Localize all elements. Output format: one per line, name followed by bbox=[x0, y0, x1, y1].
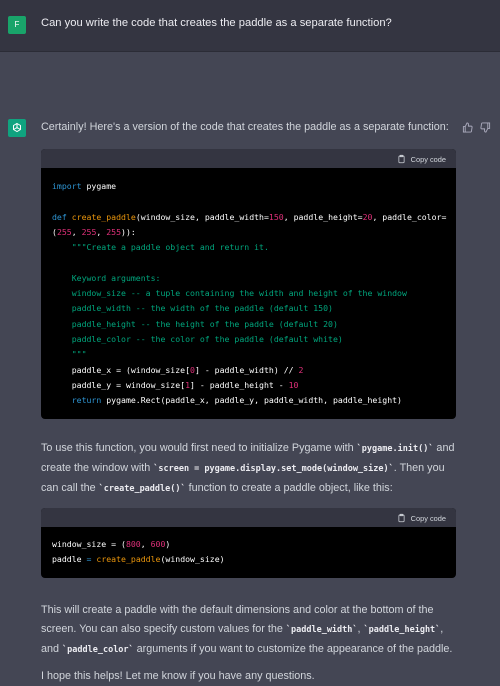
user-avatar: F bbox=[8, 16, 26, 34]
assistant-avatar bbox=[8, 119, 26, 137]
openai-logo-icon bbox=[13, 122, 21, 133]
closing-text: I hope this helps! Let me know if you ha… bbox=[41, 670, 315, 682]
user-message-text: Can you write the code that creates the … bbox=[41, 17, 392, 29]
paragraph-custom-values: This will create a paddle with the defau… bbox=[41, 601, 456, 660]
code-block-2-content: window_size = (800, 600) paddle = create… bbox=[52, 539, 225, 565]
code-block-2: Copy code window_size = (800, 600) paddl… bbox=[41, 508, 456, 578]
inline-code-pygame-init: `pygame.init()` bbox=[356, 444, 434, 454]
user-message-row: F Can you write the code that creates th… bbox=[0, 0, 500, 52]
code-block-header: Copy code bbox=[41, 508, 456, 527]
para3-text-4: arguments if you want to customize the a… bbox=[133, 643, 453, 655]
code-block-1-content: import pygame def create_paddle(window_s… bbox=[52, 181, 447, 406]
code-block-1: Copy code import pygame def create_paddl… bbox=[41, 149, 456, 419]
inline-code-set-mode: `screen = pygame.display.set_mode(window… bbox=[153, 464, 394, 474]
copy-code-label: Copy code bbox=[410, 154, 446, 164]
inline-code-paddle-height: `paddle_height` bbox=[363, 625, 441, 635]
paragraph-usage: To use this function, you would first ne… bbox=[41, 439, 456, 499]
thumbs-down-icon[interactable] bbox=[480, 120, 491, 133]
inline-code-create-paddle: `create_paddle()` bbox=[98, 484, 186, 494]
clipboard-icon bbox=[398, 154, 405, 164]
para2-text-1: To use this function, you would first ne… bbox=[41, 442, 357, 454]
code-block-header: Copy code bbox=[41, 149, 456, 168]
inline-code-paddle-width: `paddle_width` bbox=[285, 625, 358, 635]
clipboard-icon bbox=[398, 513, 405, 523]
copy-code-label: Copy code bbox=[410, 513, 446, 523]
assistant-intro-text: Certainly! Here's a version of the code … bbox=[41, 121, 449, 133]
para2-text-4: function to create a paddle object, like… bbox=[185, 482, 393, 494]
copy-code-button[interactable]: Copy code bbox=[397, 513, 446, 523]
copy-code-button[interactable]: Copy code bbox=[397, 154, 446, 164]
